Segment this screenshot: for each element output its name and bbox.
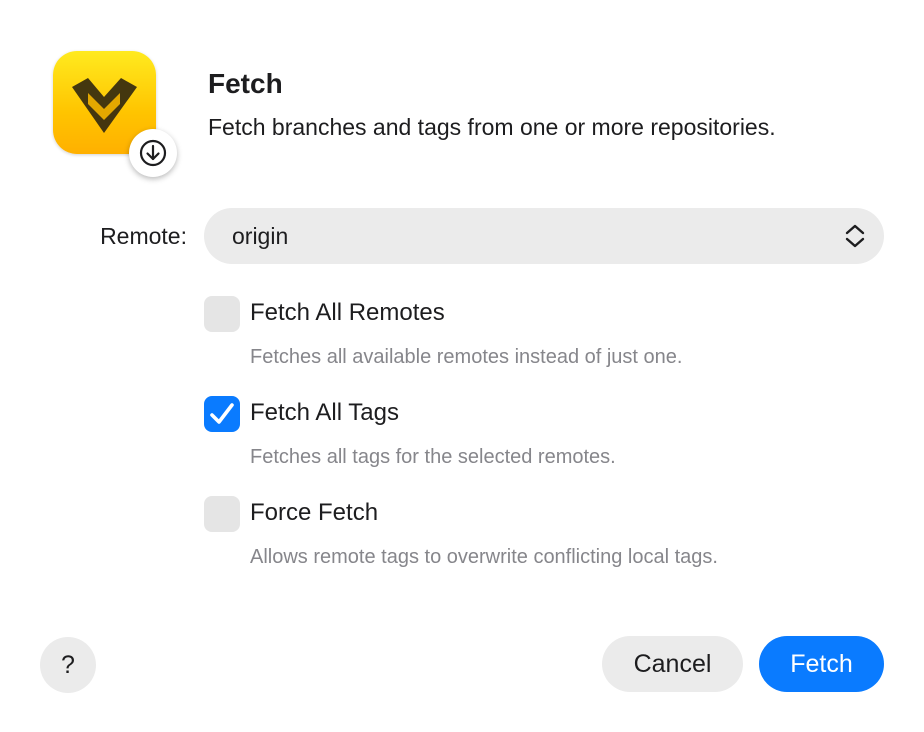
remote-select[interactable]: origin <box>204 208 884 264</box>
force-fetch-checkbox[interactable] <box>204 496 240 532</box>
help-button[interactable]: ? <box>40 637 96 693</box>
dialog-subtitle: Fetch branches and tags from one or more… <box>208 114 776 140</box>
remote-select-value: origin <box>232 223 289 249</box>
force-fetch-label[interactable]: Force Fetch <box>250 499 378 527</box>
fetch-all-remotes-label[interactable]: Fetch All Remotes <box>250 299 445 327</box>
remote-label: Remote: <box>100 223 187 249</box>
download-arrow-icon <box>129 129 177 177</box>
cancel-button[interactable]: Cancel <box>602 636 743 692</box>
fetch-all-tags-checkbox[interactable] <box>204 396 240 432</box>
fetch-all-remotes-description: Fetches all available remotes instead of… <box>250 346 683 368</box>
fetch-dialog: Fetch Fetch branches and tags from one o… <box>0 0 924 732</box>
fetch-button[interactable]: Fetch <box>759 636 884 692</box>
dialog-title: Fetch <box>208 68 283 99</box>
force-fetch-description: Allows remote tags to overwrite conflict… <box>250 546 718 568</box>
fetch-all-tags-description: Fetches all tags for the selected remote… <box>250 446 616 468</box>
chevron-up-down-icon <box>842 222 868 255</box>
fetch-all-remotes-checkbox[interactable] <box>204 296 240 332</box>
fetch-all-tags-label[interactable]: Fetch All Tags <box>250 399 399 427</box>
checkmark-icon <box>210 403 234 424</box>
